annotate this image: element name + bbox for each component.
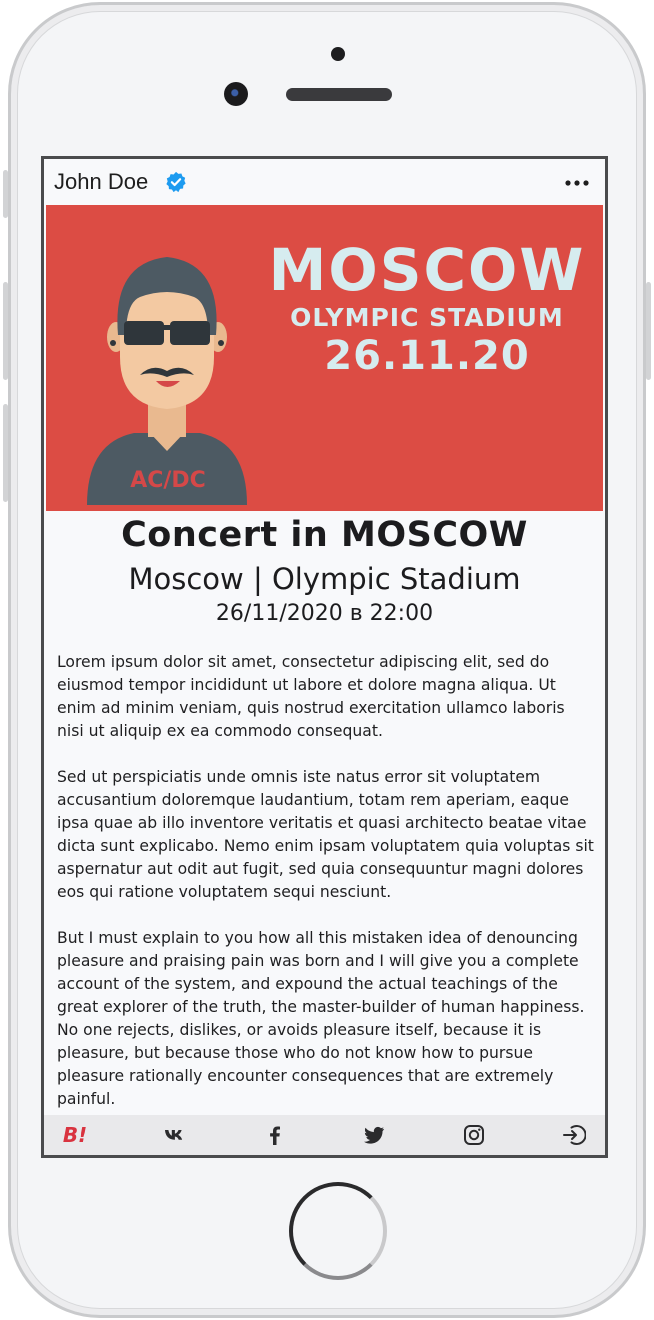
twitter-icon[interactable] xyxy=(361,1122,387,1148)
vk-glyph xyxy=(164,1130,182,1140)
more-horizontal-icon[interactable] xyxy=(563,173,591,193)
instagram-glyph xyxy=(464,1125,485,1145)
verified-badge-icon xyxy=(166,171,186,193)
volume-up-button xyxy=(3,282,8,380)
banner-date: 26.11.20 xyxy=(324,333,530,379)
description-paragraph: Sed ut perspiciatis unde omnis iste natu… xyxy=(57,768,594,901)
facebook-glyph xyxy=(269,1126,280,1145)
facebook-icon[interactable] xyxy=(262,1122,288,1148)
event-title: Concert in MOSCOW xyxy=(121,515,528,555)
sign-in-icon[interactable] xyxy=(561,1122,587,1148)
twitter-glyph xyxy=(364,1126,385,1144)
event-description: Lorem ipsum dolor sit amet, consectetur … xyxy=(57,651,595,1115)
mute-switch xyxy=(3,170,8,218)
front-camera xyxy=(224,82,248,106)
earpiece-speaker xyxy=(286,88,392,101)
profile-name[interactable]: John Doe xyxy=(54,169,148,195)
event-location: Moscow | Olympic Stadium xyxy=(128,562,521,596)
volume-down-button xyxy=(3,404,8,502)
behance-icon[interactable]: B! xyxy=(62,1122,88,1148)
shirt-logo: AC/DC xyxy=(130,468,206,493)
rocker-avatar-illustration: AC/DC xyxy=(87,257,247,505)
banner-city: MOSCOW xyxy=(268,236,586,304)
top-bar: John Doe xyxy=(44,159,605,205)
power-button xyxy=(646,282,651,380)
share-bar: B! xyxy=(44,1115,605,1155)
home-button[interactable] xyxy=(289,1182,387,1280)
event-banner[interactable]: AC/DC MOSCOW OLYMPIC STADIUM 26.11.20 xyxy=(46,205,603,511)
behance-logo: B! xyxy=(62,1123,88,1147)
app-screen: John Doe AC/DC MOSCOW OLYMPIC STADIUM 26… xyxy=(41,156,608,1158)
sign-in-glyph xyxy=(562,1125,586,1145)
instagram-icon[interactable] xyxy=(461,1122,487,1148)
proximity-sensor xyxy=(331,47,345,61)
description-paragraph: But I must explain to you how all this m… xyxy=(57,929,585,1108)
vk-icon[interactable] xyxy=(162,1122,188,1148)
description-paragraph: Lorem ipsum dolor sit amet, consectetur … xyxy=(57,653,565,740)
banner-venue: OLYMPIC STADIUM xyxy=(290,303,564,332)
event-datetime: 26/11/2020 в 22:00 xyxy=(215,601,434,626)
